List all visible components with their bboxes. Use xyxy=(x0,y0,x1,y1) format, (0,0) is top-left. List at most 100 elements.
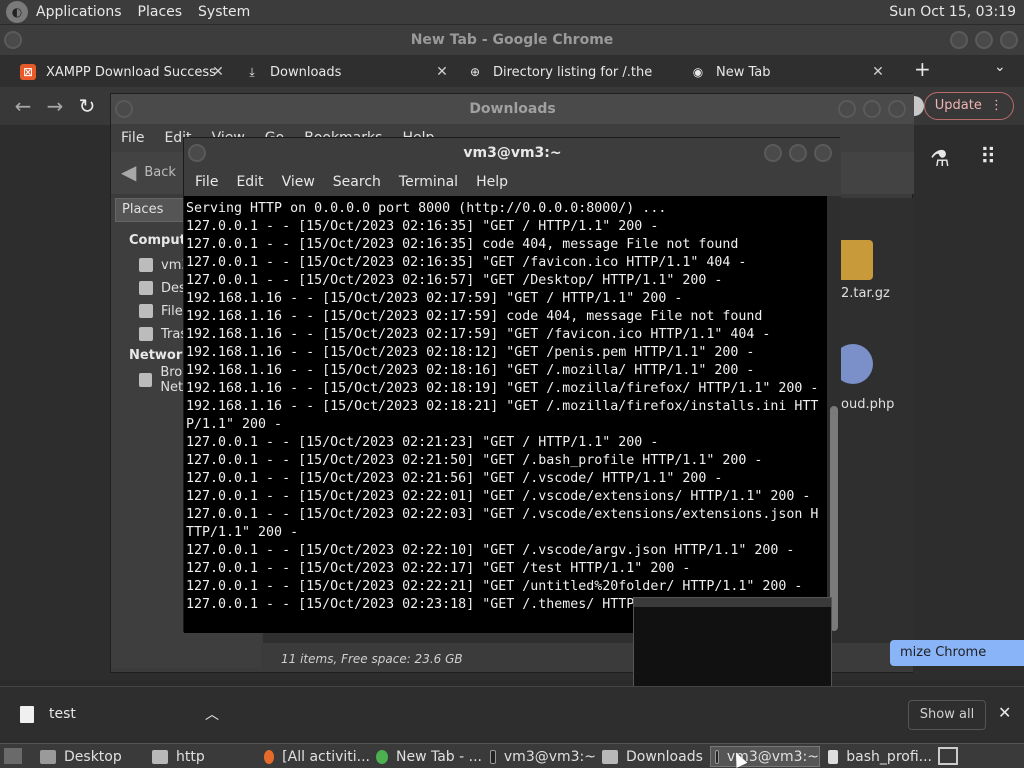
maximize-button[interactable] xyxy=(975,31,993,49)
chrome-icon xyxy=(376,749,388,764)
chrome-titlebar[interactable]: New Tab - Google Chrome xyxy=(0,25,1024,55)
terminal-line: 192.168.1.16 - - [15/Oct/2023 02:17:59] … xyxy=(186,327,771,342)
terminal-line: 127.0.0.1 - - [15/Oct/2023 02:22:03] "GE… xyxy=(186,507,819,540)
taskbar: Desktop http [All activiti... New Tab - … xyxy=(0,743,1024,768)
terminal-output[interactable]: Serving HTTP on 0.0.0.0 port 8000 (http:… xyxy=(184,196,827,633)
terminal-line: 127.0.0.1 - - [15/Oct/2023 02:22:17] "GE… xyxy=(186,561,691,576)
taskbar-item-firefox[interactable]: [All activiti... xyxy=(260,746,370,767)
nautilus-titlebar[interactable]: Downloads xyxy=(111,94,914,124)
terminal-icon xyxy=(490,749,496,764)
menu-search[interactable]: Search xyxy=(324,174,390,190)
tab-label: XAMPP Download Success xyxy=(46,64,216,80)
terminal-line: 192.168.1.16 - - [15/Oct/2023 02:18:19] … xyxy=(186,381,819,396)
back-arrow-icon[interactable]: ← xyxy=(10,93,36,119)
taskbar-item-terminal-2[interactable]: vm3@vm3:~ xyxy=(710,746,820,767)
tab-directory-listing[interactable]: ⊕ Directory listing for /.theme xyxy=(467,59,673,85)
file-label-php[interactable]: oud.php xyxy=(841,397,894,412)
terminal-lines: Serving HTTP on 0.0.0.0 port 8000 (http:… xyxy=(186,200,825,614)
new-tab-plus-icon[interactable]: + xyxy=(914,57,931,81)
lab-flask-icon[interactable]: ⚗ xyxy=(930,147,950,172)
taskbar-item-editor[interactable]: bash_profi... xyxy=(824,746,932,767)
back-button[interactable]: ◀ Back xyxy=(121,160,176,184)
taskbar-item-http[interactable]: http xyxy=(148,746,256,767)
close-window-button[interactable] xyxy=(888,100,906,118)
minimize-button[interactable] xyxy=(764,144,782,162)
terminal-line: 192.168.1.16 - - [15/Oct/2023 02:17:59] … xyxy=(186,291,683,306)
chrome-icon: ◉ xyxy=(692,65,704,79)
places-menu[interactable]: Places xyxy=(130,4,191,20)
terminal-line: 127.0.0.1 - - [15/Oct/2023 02:22:10] "GE… xyxy=(186,543,795,558)
terminal-icon xyxy=(715,749,719,764)
terminal-line: 192.168.1.16 - - [15/Oct/2023 02:18:21] … xyxy=(186,399,819,432)
download-icon: ⤓ xyxy=(249,64,255,79)
menu-file[interactable]: File xyxy=(186,174,227,190)
menu-help[interactable]: Help xyxy=(467,174,517,190)
minimize-button[interactable] xyxy=(950,31,968,49)
forward-arrow-icon[interactable]: → xyxy=(42,93,68,119)
menu-view[interactable]: View xyxy=(273,174,324,190)
taskbar-item-desktop[interactable]: Desktop xyxy=(36,746,146,767)
apps-grid-icon[interactable]: ⠿ xyxy=(980,145,996,170)
window-menu-button[interactable] xyxy=(188,144,206,162)
chevron-up-icon[interactable]: ︿ xyxy=(205,704,219,724)
terminal-line: 127.0.0.1 - - [15/Oct/2023 02:22:01] "GE… xyxy=(186,489,811,504)
globe-icon: ⊕ xyxy=(469,65,481,79)
file-label-archive[interactable]: 2.tar.gz xyxy=(841,286,890,301)
close-icon[interactable]: ✕ xyxy=(434,64,450,80)
clock[interactable]: Sun Oct 15, 03:19 xyxy=(889,4,1016,20)
terminal-line: 192.168.1.16 - - [15/Oct/2023 02:18:16] … xyxy=(186,363,755,378)
applications-menu[interactable]: Applications xyxy=(28,4,130,20)
window-menu-button[interactable] xyxy=(115,100,133,118)
tab-label: Directory listing for /.theme xyxy=(493,64,653,80)
maximize-button[interactable] xyxy=(789,144,807,162)
sidebar-heading-network: Network xyxy=(129,348,191,363)
show-all-button[interactable]: Show all xyxy=(908,700,986,730)
tab-downloads[interactable]: ⤓ Downloads ✕ xyxy=(244,59,450,85)
tab-xampp[interactable]: ⊠ XAMPP Download Success ✕ xyxy=(20,59,226,85)
minimize-button[interactable] xyxy=(838,100,856,118)
customize-chrome-button[interactable]: mize Chrome xyxy=(890,640,1024,666)
close-window-button[interactable] xyxy=(1000,31,1018,49)
update-label: Update xyxy=(934,98,982,113)
terminal-line: 127.0.0.1 - - [15/Oct/2023 02:22:21] "GE… xyxy=(186,579,803,594)
menu-file[interactable]: File xyxy=(111,130,154,146)
download-item-name[interactable]: test xyxy=(49,706,76,722)
gnome-foot-icon[interactable]: ◐ xyxy=(6,1,28,23)
top-panel: ◐ Applications Places System Sun Oct 15,… xyxy=(0,0,1024,25)
maximize-button[interactable] xyxy=(863,100,881,118)
terminal-titlebar[interactable]: vm3@vm3:~ xyxy=(184,138,841,168)
close-icon[interactable]: ✕ xyxy=(870,64,886,80)
terminal-line: Serving HTTP on 0.0.0.0 port 8000 (http:… xyxy=(186,201,667,216)
terminal-line: 127.0.0.1 - - [15/Oct/2023 02:16:35] "GE… xyxy=(186,255,747,270)
folder-icon xyxy=(602,749,618,764)
menu-edit[interactable]: Edit xyxy=(227,174,272,190)
terminal-scrollbar[interactable] xyxy=(827,196,841,633)
system-menu[interactable]: System xyxy=(190,4,258,20)
home-icon xyxy=(139,258,153,272)
trash-icon xyxy=(139,327,153,341)
drive-icon xyxy=(139,304,153,318)
places-label: Places xyxy=(122,202,164,217)
reload-icon[interactable]: ↻ xyxy=(74,93,100,119)
chevron-down-icon[interactable]: ⌄ xyxy=(994,59,1006,75)
window-menu-button[interactable] xyxy=(4,31,22,49)
tab-new-tab[interactable]: ◉ New Tab ✕ xyxy=(690,59,890,85)
terminal-line: 127.0.0.1 - - [15/Oct/2023 02:21:23] "GE… xyxy=(186,435,659,450)
download-shelf: test ︿ Show all ✕ xyxy=(0,686,1024,741)
menu-terminal[interactable]: Terminal xyxy=(390,174,467,190)
close-window-button[interactable] xyxy=(814,144,832,162)
tab-label: Downloads xyxy=(270,64,342,80)
taskbar-item-downloads[interactable]: Downloads xyxy=(598,746,706,767)
terminal-window: vm3@vm3:~ File Edit View Search Terminal… xyxy=(183,137,841,633)
close-icon[interactable]: ✕ xyxy=(998,703,1011,722)
terminal-menubar: File Edit View Search Terminal Help xyxy=(184,168,841,196)
show-desktop-icon[interactable] xyxy=(4,748,22,764)
terminal-line: 127.0.0.1 - - [15/Oct/2023 02:21:56] "GE… xyxy=(186,471,723,486)
close-icon[interactable]: ✕ xyxy=(210,64,226,80)
taskbar-item-chrome[interactable]: New Tab - ... xyxy=(372,746,482,767)
terminal-line: 127.0.0.1 - - [15/Oct/2023 02:16:35] cod… xyxy=(186,237,739,252)
network-icon xyxy=(139,373,153,387)
taskbar-item-terminal-1[interactable]: vm3@vm3:~ xyxy=(486,746,596,767)
update-button[interactable]: Update ⋮ xyxy=(923,92,1014,120)
workspace-switcher[interactable] xyxy=(938,747,958,765)
